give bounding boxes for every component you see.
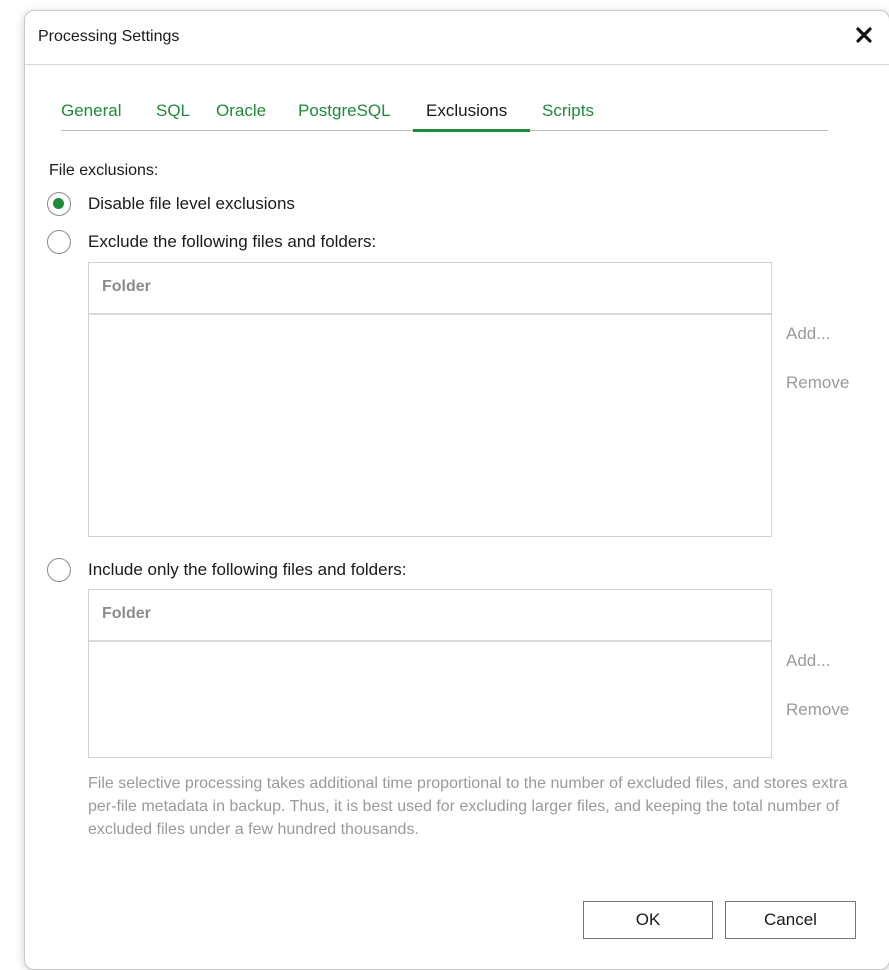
active-tab-indicator <box>413 129 530 132</box>
column-header-folder[interactable]: Folder <box>102 605 151 623</box>
tab-bar: General SQL Oracle PostgreSQL Exclusions… <box>61 97 828 132</box>
close-icon[interactable] <box>853 24 875 46</box>
info-note: File selective processing takes addition… <box>88 775 848 838</box>
exclude-folder-list[interactable]: Folder <box>88 262 772 537</box>
processing-settings-dialog: Processing Settings General SQL Oracle P… <box>24 10 889 970</box>
tab-oracle[interactable]: Oracle <box>216 101 266 121</box>
list-header: Folder <box>89 263 771 315</box>
radio-label: Exclude the following files and folders: <box>88 232 377 251</box>
radio-disable-exclusions[interactable]: Disable file level exclusions <box>47 192 347 218</box>
radio-exclude-files[interactable]: Exclude the following files and folders: <box>47 230 447 256</box>
dialog-title: Processing Settings <box>38 28 180 45</box>
tab-postgresql[interactable]: PostgreSQL <box>298 101 391 121</box>
exclude-add-button[interactable]: Add... <box>786 324 830 344</box>
list-header: Folder <box>89 590 771 642</box>
include-folder-list[interactable]: Folder <box>88 589 772 758</box>
radio-label: Disable file level exclusions <box>88 194 295 213</box>
radio-label: Include only the following files and fol… <box>88 560 407 579</box>
include-add-button[interactable]: Add... <box>786 651 830 671</box>
tab-scripts[interactable]: Scripts <box>542 101 594 121</box>
include-remove-button[interactable]: Remove <box>786 700 849 720</box>
tab-exclusions[interactable]: Exclusions <box>426 101 507 121</box>
file-exclusions-label: File exclusions: <box>49 162 159 179</box>
cancel-button[interactable]: Cancel <box>725 901 856 939</box>
tab-sql[interactable]: SQL <box>156 101 190 121</box>
column-header-folder[interactable]: Folder <box>102 278 151 296</box>
radio-button[interactable] <box>47 558 71 582</box>
exclude-remove-button[interactable]: Remove <box>786 373 849 393</box>
radio-button-checked[interactable] <box>47 192 71 216</box>
radio-include-only[interactable]: Include only the following files and fol… <box>47 558 467 584</box>
radio-button[interactable] <box>47 230 71 254</box>
tab-general[interactable]: General <box>61 101 121 121</box>
ok-button[interactable]: OK <box>583 901 713 939</box>
dialog-titlebar: Processing Settings <box>25 11 889 65</box>
